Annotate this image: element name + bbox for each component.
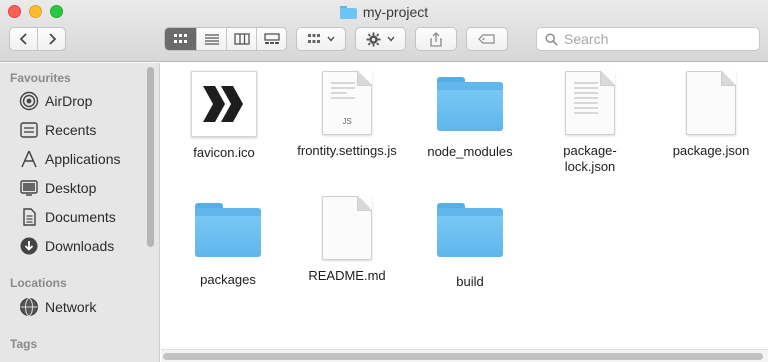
share-button[interactable] [415,27,457,51]
file-name: package.json [672,143,750,158]
share-icon [430,31,442,47]
group-grid-icon [308,34,320,43]
file-badge: JS [342,117,352,126]
back-button[interactable] [10,28,37,50]
folder-icon [437,77,503,131]
file-item[interactable]: favicon.ico [164,71,284,161]
applications-icon [19,149,39,169]
file-item[interactable]: node_modules [410,77,530,160]
sidebar-item-label: Documents [45,209,116,225]
sidebar-item-label: Applications [45,151,121,167]
sidebar-item-label: AirDrop [45,93,93,109]
favourites-heading: Favourites [10,71,71,85]
sidebar: Favourites AirDrop Recents Applications … [0,63,160,362]
file-item[interactable]: package- lock.json [530,71,650,175]
chevron-left-icon [19,33,27,45]
sidebar-item-airdrop[interactable]: AirDrop [19,90,92,112]
list-view-button[interactable] [196,28,226,50]
window-toolbar: my-project [0,0,768,62]
file-grid: favicon.ico JS frontity.settings.js node… [161,63,768,349]
tags-heading: Tags [10,337,38,351]
javascript-file-icon: JS [322,71,372,135]
sidebar-item-downloads[interactable]: Downloads [19,235,114,257]
desktop-icon [19,178,39,198]
chevron-down-icon [387,36,395,42]
file-item[interactable]: build [410,203,530,290]
group-by-button[interactable] [296,27,346,51]
window-title: my-project [0,3,768,21]
file-name: node_modules [427,144,513,159]
documents-icon [19,207,39,227]
action-menu-button[interactable] [355,27,406,51]
file-name: build [456,274,484,289]
file-name: frontity.settings.js [297,143,397,158]
file-name: packages [200,272,256,287]
search-icon [545,32,558,46]
edit-tags-button[interactable] [466,27,508,51]
folder-icon [195,203,261,257]
image-file-icon [191,71,257,137]
sidebar-item-label: Network [45,299,97,315]
file-item[interactable]: package.json [651,71,768,159]
recents-icon [19,120,39,140]
locations-heading: Locations [10,276,67,290]
sidebar-scrollbar[interactable] [147,67,154,247]
icon-grid-icon [173,34,187,43]
view-mode-selector [164,27,287,51]
sidebar-item-label: Recents [45,122,97,138]
file-name: package- lock.json [563,143,617,174]
file-name: README.md [308,268,386,283]
file-item[interactable]: README.md [287,196,407,284]
file-name: favicon.ico [193,145,255,160]
tag-icon [478,34,495,44]
column-view-button[interactable] [226,28,256,50]
search-field[interactable] [536,27,760,51]
search-input[interactable] [564,31,744,47]
markdown-file-icon [322,196,372,260]
sidebar-item-documents[interactable]: Documents [19,206,116,228]
sidebar-item-desktop[interactable]: Desktop [19,177,96,199]
forward-button[interactable] [37,28,65,50]
json-file-icon [686,71,736,135]
sidebar-item-recents[interactable]: Recents [19,119,96,141]
file-item[interactable]: packages [168,203,288,288]
gear-icon [366,31,381,47]
file-item[interactable]: JS frontity.settings.js [287,71,407,159]
columns-icon [233,33,250,45]
folder-icon [437,203,503,257]
icon-view-button[interactable] [165,28,196,50]
gallery-icon [263,33,280,44]
json-file-icon [565,71,615,135]
folder-icon [339,5,357,19]
scrollbar-thumb[interactable] [163,353,763,360]
downloads-icon [19,236,39,256]
network-icon [19,297,39,317]
sidebar-item-network[interactable]: Network [19,296,96,318]
chevron-down-icon [327,36,335,42]
navigation-buttons [9,27,66,51]
horizontal-scrollbar[interactable] [161,349,768,362]
sidebar-item-label: Downloads [45,238,115,254]
airdrop-icon [19,91,39,111]
sidebar-item-applications[interactable]: Applications [19,148,121,170]
list-icon [204,34,219,45]
window-title-text: my-project [362,4,429,20]
chevron-right-icon [49,33,57,45]
sidebar-item-label: Desktop [45,180,97,196]
gallery-view-button[interactable] [256,28,286,50]
